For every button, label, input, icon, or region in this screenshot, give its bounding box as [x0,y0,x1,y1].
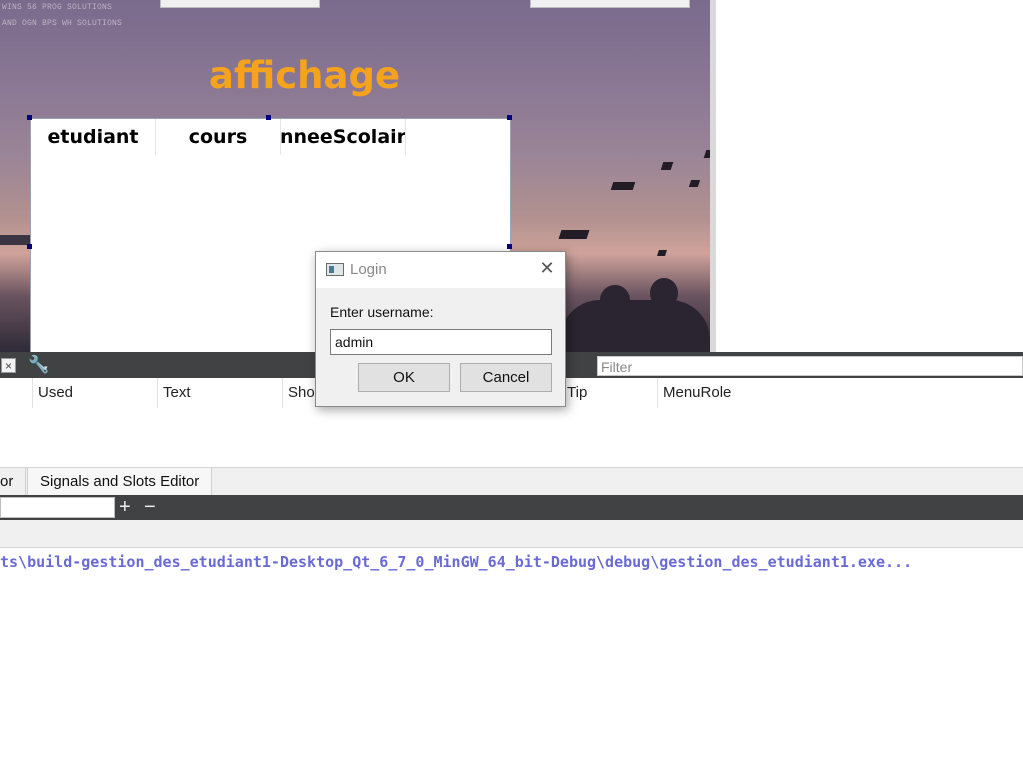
table-header-anneescolaire[interactable]: nneeScolair [281,119,406,155]
column-header-tooltip[interactable]: Tip [562,378,657,408]
graduate-head-silhouette-2 [650,278,678,308]
graduate-head-silhouette [600,285,630,315]
signals-filter-input[interactable] [0,497,115,518]
close-icon[interactable]: ✕ [537,258,557,279]
form-title-label[interactable]: affichage [209,54,400,97]
ok-button[interactable]: OK [358,363,450,392]
column-header-used[interactable]: Used [32,378,157,408]
column-header-menurole[interactable]: MenuRole [657,378,782,408]
tab-action-editor[interactable]: or [0,468,27,495]
flying-cap [688,180,701,187]
table-header-cours[interactable]: cours [156,119,281,155]
flying-cap [610,182,636,190]
application-output-line: ts\build-gestion_des_etudiant1-Desktop_Q… [0,553,913,571]
table-header-etudiant[interactable]: etudiant [31,119,156,155]
canvas-divider[interactable] [710,0,716,352]
login-dialog: Login ✕ Enter username: admin OK Cancel [315,251,566,407]
column-header-text[interactable]: Text [157,378,282,408]
cancel-button[interactable]: Cancel [460,363,552,392]
canvas-top-button-right[interactable] [530,0,690,8]
editor-tabs: or Signals and Slots Editor [0,467,1023,495]
crowd-silhouette [560,300,710,352]
output-header-strip [0,520,1023,548]
add-button[interactable]: + [119,496,131,518]
selection-handle[interactable] [507,115,512,120]
horizon-silhouette [0,235,30,245]
tiny-label-1: WINS 56 PROG SOLUTIONS [2,3,113,12]
flying-cap [657,250,667,256]
remove-button[interactable]: − [144,496,156,518]
username-input[interactable]: admin [330,329,552,355]
selection-handle[interactable] [507,244,512,249]
selection-handle[interactable] [266,115,271,120]
close-icon[interactable]: × [1,358,16,373]
selection-handle[interactable] [27,115,32,120]
dropdown-arrow-icon[interactable]: ▾ [44,364,48,372]
tab-signals-slots-editor[interactable]: Signals and Slots Editor [27,468,213,495]
flying-cap [660,162,674,170]
username-label: Enter username: [330,304,434,320]
selection-handle[interactable] [27,244,32,249]
flying-cap [558,230,590,239]
canvas-top-button-left[interactable] [160,0,320,8]
filter-input[interactable]: Filter [597,356,1023,376]
tiny-label-2: AND OGN BPS WH SOLUTIONS [2,19,123,28]
dialog-title: Login [350,261,387,278]
window-icon [326,263,344,276]
